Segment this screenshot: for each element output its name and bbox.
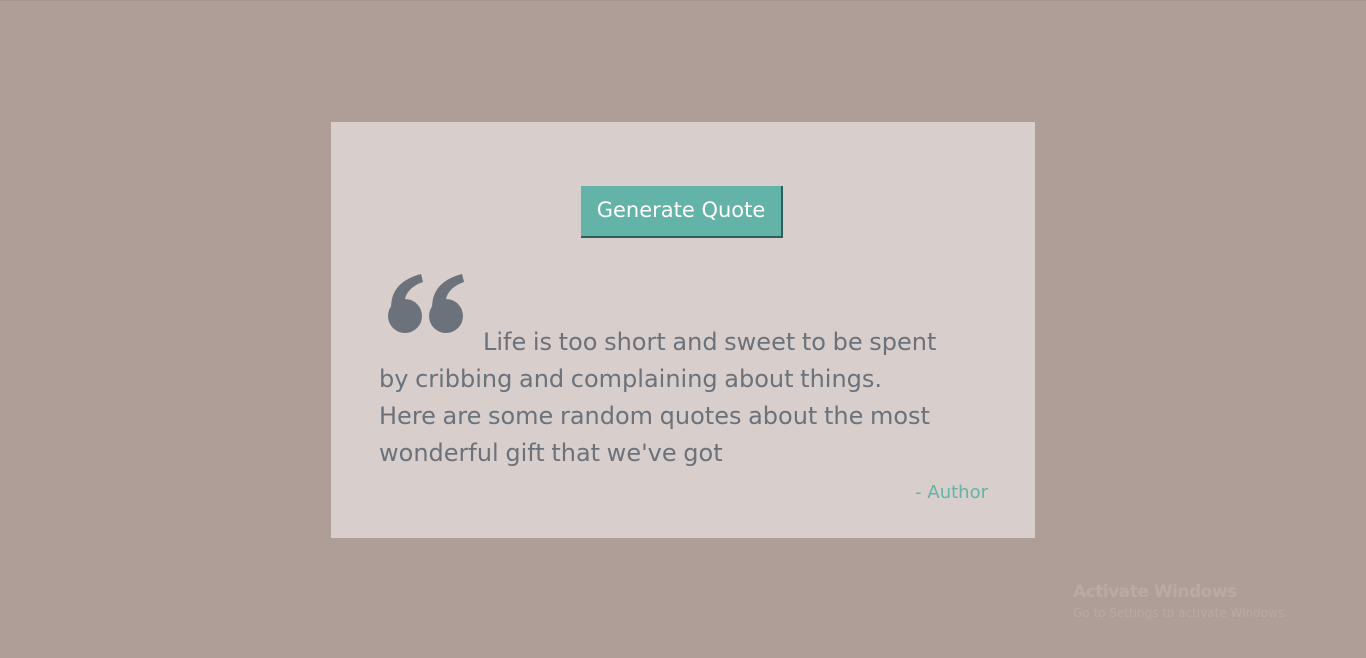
generate-quote-button[interactable]: Generate Quote [581,186,783,238]
quote-line: Here are some random quotes about the mo… [379,402,930,430]
watermark-subtitle: Go to Settings to activate Windows. [1073,606,1288,620]
quote-line: Life is too short and sweet to be spent [483,328,937,356]
quote-box: Generate Quote Life is too short and swe… [331,122,1035,538]
watermark-title: Activate Windows [1073,582,1237,602]
quote-line: by cribbing and complaining about things… [379,365,883,393]
quote-author: - Author [915,482,988,503]
quote-line: wonderful gift that we've got [379,439,723,467]
top-border [0,0,1366,1]
activate-windows-watermark: Activate Windows Go to Settings to activ… [1073,582,1288,620]
quote-text: Life is too short and sweet to be spent b… [379,324,979,472]
quote-indent [379,349,483,350]
